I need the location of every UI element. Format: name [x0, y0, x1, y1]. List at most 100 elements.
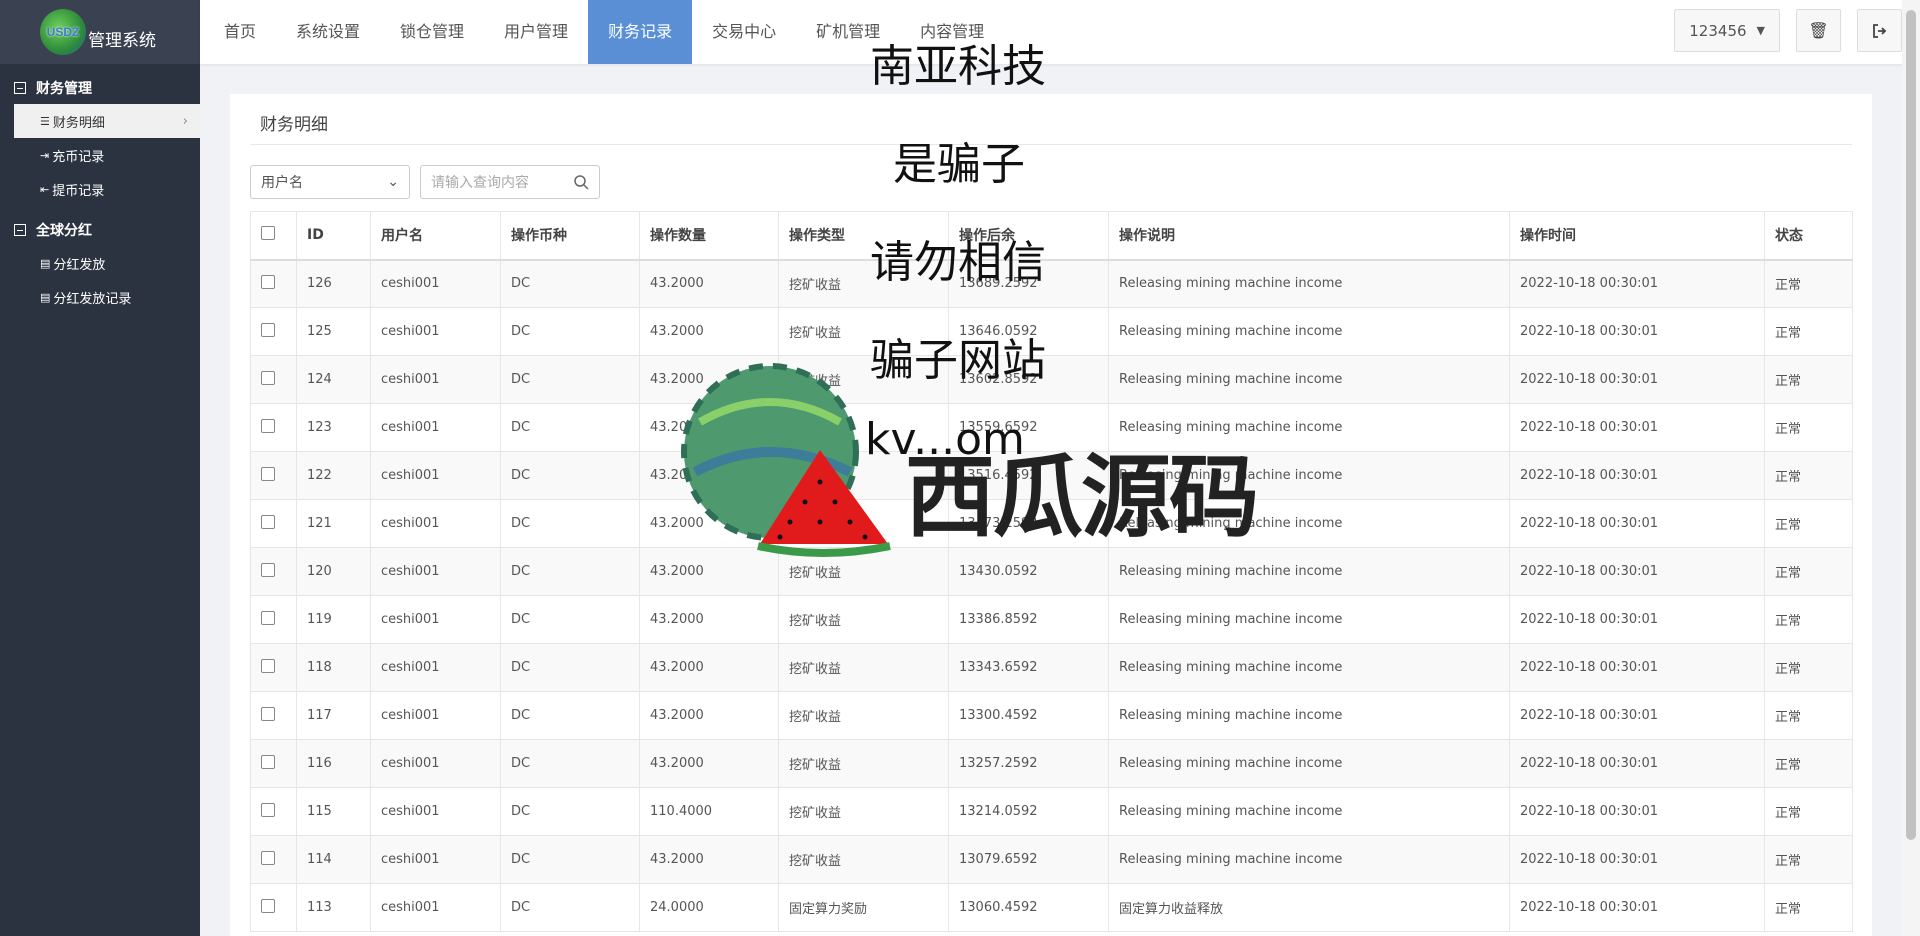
sidebar-item[interactable]: ⇤ 提币记录 — [0, 172, 200, 206]
table-cell: ceshi001 — [370, 883, 501, 932]
menu-group[interactable]: 财务管理 — [0, 64, 200, 104]
row-checkbox[interactable] — [261, 754, 275, 769]
table-row[interactable]: 120 ceshi001 DC 43.2000 挖矿收益 13430.0592 Releas… — [250, 547, 1853, 596]
row-checkbox[interactable] — [261, 658, 275, 673]
select-all-checkbox[interactable] — [261, 226, 275, 241]
sidebar-item[interactable]: ☰ 财务明细 › — [14, 104, 200, 138]
scrollbar-thumb[interactable] — [1906, 10, 1916, 840]
table-cell: 正常 — [1764, 499, 1853, 548]
trash-icon: 🗑 — [1808, 21, 1829, 40]
user-dropdown[interactable]: 123456 ▼ — [1674, 9, 1780, 52]
filter-field-select[interactable]: 用户名 ⌄ — [250, 165, 410, 199]
row-checkbox[interactable] — [261, 466, 275, 481]
search-input[interactable]: 请输入查询内容 — [420, 165, 600, 199]
top-nav: 首页 系统设置 锁仓管理 用户管理 财务记录 交易中心 矿机管理 内容管理 123456 ▼ … — [200, 0, 1920, 64]
nav-tab[interactable]: 用户管理 — [484, 0, 588, 64]
column-header: 操作数量 — [639, 211, 779, 261]
row-select-cell — [250, 259, 297, 308]
table-row[interactable]: 124ceshi001DC43.2000挖矿收益13602.8592Releas… — [250, 355, 1853, 404]
row-checkbox[interactable] — [261, 850, 275, 865]
scrollbar[interactable] — [1902, 0, 1920, 936]
table-cell: 挖矿收益 — [778, 787, 949, 836]
panel-title: 财务明细 — [260, 115, 328, 135]
table-cell: 2022-10-18 00:30:01 — [1509, 883, 1765, 932]
table-cell: 正常 — [1764, 547, 1853, 596]
table-cell: 2022-10-18 00:30:01 — [1509, 259, 1765, 308]
logout-button[interactable] — [1857, 9, 1902, 52]
table-cell: 13300.4592 — [948, 691, 1109, 740]
table-cell: ceshi001 — [370, 643, 501, 692]
table-row[interactable]: 125 ceshi001 DC 43.2000 挖矿收益 13646.0592 Releas… — [250, 307, 1853, 356]
table-cell: Releasing mining machine income — [1108, 259, 1510, 308]
table-row[interactable]: 113 ceshi001 DC 24.0000 固定算力奖励 13060.4592 固定算力… — [250, 883, 1853, 932]
table-cell: ceshi001 — [370, 307, 501, 356]
row-select-cell — [250, 307, 297, 356]
table-row[interactable]: 119 ceshi001 DC 43.2000 挖矿收益 13386.8592 Releas… — [250, 595, 1853, 644]
row-checkbox[interactable] — [261, 370, 275, 385]
row-checkbox[interactable] — [261, 898, 275, 913]
filter-bar: 用户名 ⌄ 请输入查询内容 — [230, 145, 1872, 199]
table-cell: ceshi001 — [370, 835, 501, 884]
table-cell: ceshi001 — [370, 547, 501, 596]
table-cell: 固定算力奖励 — [778, 883, 949, 932]
sidebar-item[interactable]: ▤ 分红发放 — [0, 246, 200, 280]
row-checkbox[interactable] — [261, 706, 275, 721]
table-cell: 正常 — [1764, 691, 1853, 740]
table-row[interactable]: 117 ceshi001 DC 43.2000 挖矿收益 13300.4592 Releas… — [250, 691, 1853, 740]
row-checkbox[interactable] — [261, 514, 275, 529]
row-checkbox[interactable] — [261, 610, 275, 625]
nav-tab[interactable]: 系统设置 — [276, 0, 380, 64]
table-row[interactable]: 114 ceshi001 DC 43.2000 挖矿收益 13079.6592 Releas… — [250, 835, 1853, 884]
table-cell: 正常 — [1764, 451, 1853, 500]
row-checkbox[interactable] — [261, 322, 275, 337]
table-row[interactable]: 116 ceshi001 DC 43.2000 挖矿收益 13257.2592 Releas… — [250, 739, 1853, 788]
table-cell: 挖矿收益 — [778, 835, 949, 884]
row-checkbox[interactable] — [261, 562, 275, 577]
sidebar-item-label: 财务明细 — [52, 115, 105, 131]
column-header: ID — [296, 211, 371, 261]
table-cell: 2022-10-18 00:30:01 — [1509, 403, 1765, 452]
column-header: 状态 — [1764, 211, 1853, 261]
chevron-down-icon: ⌄ — [387, 174, 399, 190]
table-cell: 113 — [296, 883, 371, 932]
table-cell: Releasing mining machine income — [1108, 643, 1510, 692]
table-cell: 挖矿收益 — [778, 739, 949, 788]
table-header: ID 用户名 操作币种 操作数量 操作类型 操作后余 操作说明 操作时间 状态 — [250, 211, 1853, 261]
sidebar: USDZ 管理系统 财务管理 ☰ 财务明细 › ⇥ 充币记录 ⇤ 提币记录 全球分红 ▤ 分红发放 ▤… — [0, 0, 200, 936]
row-checkbox[interactable] — [261, 418, 275, 433]
nav-tabs: 首页 系统设置 锁仓管理 用户管理 财务记录 交易中心 矿机管理 内容管理 — [200, 0, 1920, 64]
table-cell: 121 — [296, 499, 371, 548]
nav-tab[interactable]: 交易中心 — [692, 0, 796, 64]
search-icon[interactable] — [573, 174, 589, 190]
nav-tab[interactable]: 锁仓管理 — [380, 0, 484, 64]
table-row[interactable]: 118 ceshi001 DC 43.2000 挖矿收益 13343.6592 Releas… — [250, 643, 1853, 692]
table-row[interactable]: 126 ceshi001 DC 43.2000 挖矿收益 13689.2592 Releas… — [250, 259, 1853, 308]
table-body: 126 ceshi001 DC 43.2000 挖矿收益 13689.2592 Releas… — [250, 259, 1853, 932]
logo-text: 管理系统 — [88, 30, 156, 51]
clear-cache-button[interactable]: 🗑 — [1796, 9, 1841, 52]
search-placeholder: 请输入查询内容 — [431, 175, 529, 191]
sidebar-item[interactable]: ▤ 分红发放记录 — [0, 280, 200, 314]
row-checkbox[interactable] — [261, 274, 275, 289]
row-select-cell — [250, 547, 297, 596]
collapse-icon — [14, 224, 26, 236]
table-cell: DC — [500, 739, 640, 788]
nav-tab[interactable]: 首页 — [204, 0, 276, 64]
menu-group[interactable]: 全球分红 — [0, 206, 200, 246]
table-cell: Releasing mining machine income — [1108, 787, 1510, 836]
sign-out-icon — [1872, 23, 1886, 38]
table-cell: 2022-10-18 00:30:01 — [1509, 835, 1765, 884]
sidebar-item[interactable]: ⇥ 充币记录 — [0, 138, 200, 172]
list-icon: ☰ — [40, 114, 50, 128]
overlay-text-3: 请勿相信 — [870, 237, 1046, 288]
table-cell: 115 — [296, 787, 371, 836]
table-cell: 2022-10-18 00:30:01 — [1509, 595, 1765, 644]
table-cell: 13079.6592 — [948, 835, 1109, 884]
table-row[interactable]: 115 ceshi001 DC 110.4000 挖矿收益 13214.0592 Relea… — [250, 787, 1853, 836]
row-select-cell — [250, 355, 297, 404]
nav-tab[interactable]: 财务记录 — [588, 0, 693, 64]
watermark-text: 西瓜源码 — [905, 445, 1259, 550]
row-checkbox[interactable] — [261, 802, 275, 817]
table-cell: Releasing mining machine income — [1108, 355, 1510, 404]
sidebar-item-label: 分红发放 — [53, 257, 106, 273]
